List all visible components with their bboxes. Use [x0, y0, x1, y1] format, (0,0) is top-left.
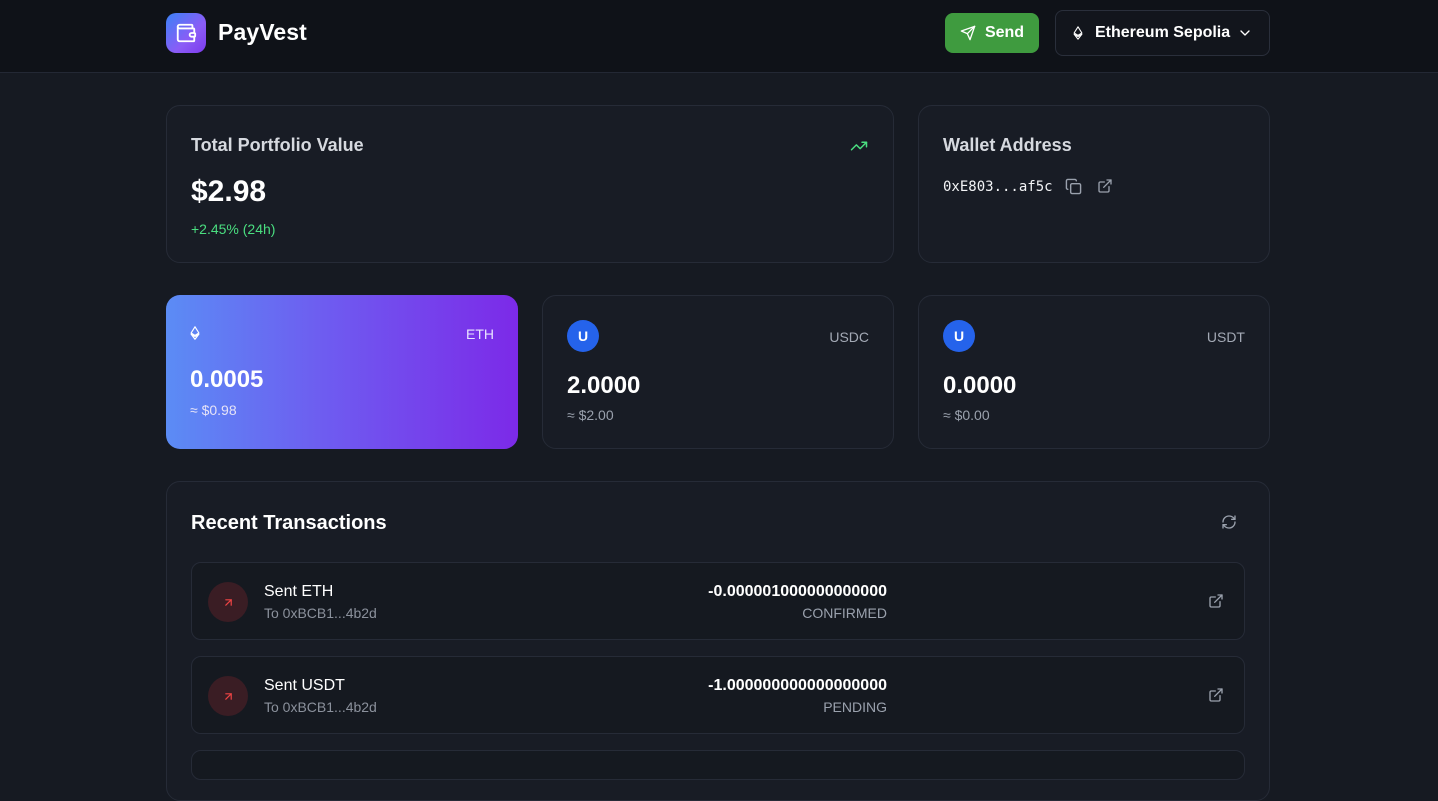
top-header: PayVest Send Ethereum Sepolia — [0, 0, 1438, 73]
portfolio-value: $2.98 — [191, 175, 267, 208]
transaction-recipient: To 0xBCB1...4b2d — [264, 699, 377, 715]
transaction-amount: -1.000000000000000000 — [708, 677, 887, 694]
arrow-up-right-icon — [208, 676, 248, 716]
wallet-title: Wallet Address — [943, 135, 1072, 155]
transactions-title: Recent Transactions — [191, 512, 387, 534]
app-name[interactable]: PayVest — [218, 19, 307, 46]
external-link-icon[interactable] — [1097, 178, 1113, 194]
network-selector[interactable]: Ethereum Sepolia — [1055, 10, 1270, 56]
arrow-up-right-icon — [208, 582, 248, 622]
usdc-icon: U — [567, 320, 599, 352]
token-card-usdc[interactable]: U USDC 2.0000 ≈ $2.00 — [542, 295, 894, 449]
transaction-title: Sent ETH — [264, 583, 334, 600]
send-button[interactable]: Send — [945, 13, 1039, 53]
send-button-label: Send — [984, 24, 1025, 41]
ethereum-icon — [190, 326, 200, 340]
wallet-card: Wallet Address 0xE803...af5c — [918, 105, 1270, 263]
token-amount: 0.0005 — [190, 366, 264, 393]
usdt-icon: U — [943, 320, 975, 352]
external-link-icon[interactable] — [1208, 687, 1224, 703]
token-card-usdt[interactable]: U USDT 0.0000 ≈ $0.00 — [918, 295, 1270, 449]
token-fiat-value: ≈ $0.00 — [943, 407, 990, 423]
trending-up-icon — [850, 141, 868, 151]
transaction-status: PENDING — [823, 699, 887, 715]
external-link-icon[interactable] — [1208, 593, 1224, 609]
transaction-title: Sent USDT — [264, 677, 345, 694]
refresh-icon[interactable] — [1221, 514, 1237, 530]
portfolio-title: Total Portfolio Value — [191, 135, 364, 155]
portfolio-change: +2.45% (24h) — [191, 221, 276, 237]
portfolio-card: Total Portfolio Value $2.98 +2.45% (24h) — [166, 105, 894, 263]
ethereum-icon — [1073, 26, 1083, 40]
transaction-row-partial[interactable] — [191, 750, 1245, 780]
transaction-row[interactable]: Sent ETH To 0xBCB1...4b2d -0.00000100000… — [191, 562, 1245, 640]
transaction-recipient: To 0xBCB1...4b2d — [264, 605, 377, 621]
copy-icon[interactable] — [1065, 178, 1082, 195]
network-label: Ethereum Sepolia — [1095, 24, 1231, 41]
token-symbol: USDC — [829, 329, 869, 345]
chevron-down-icon — [1240, 30, 1250, 36]
transaction-status: CONFIRMED — [802, 605, 887, 621]
token-symbol: USDT — [1206, 329, 1245, 345]
token-fiat-value: ≈ $2.00 — [567, 407, 614, 423]
token-amount: 2.0000 — [567, 372, 641, 399]
token-amount: 0.0000 — [943, 372, 1017, 399]
transaction-row[interactable]: Sent USDT To 0xBCB1...4b2d -1.0000000000… — [191, 656, 1245, 734]
send-icon — [960, 25, 976, 41]
token-fiat-value: ≈ $0.98 — [190, 402, 237, 418]
transaction-amount: -0.000001000000000000 — [708, 583, 887, 600]
wallet-logo-icon[interactable] — [166, 13, 206, 53]
token-card-eth[interactable]: ETH 0.0005 ≈ $0.98 — [166, 295, 518, 449]
token-symbol: ETH — [466, 326, 494, 342]
wallet-address: 0xE803...af5c — [943, 179, 1053, 195]
